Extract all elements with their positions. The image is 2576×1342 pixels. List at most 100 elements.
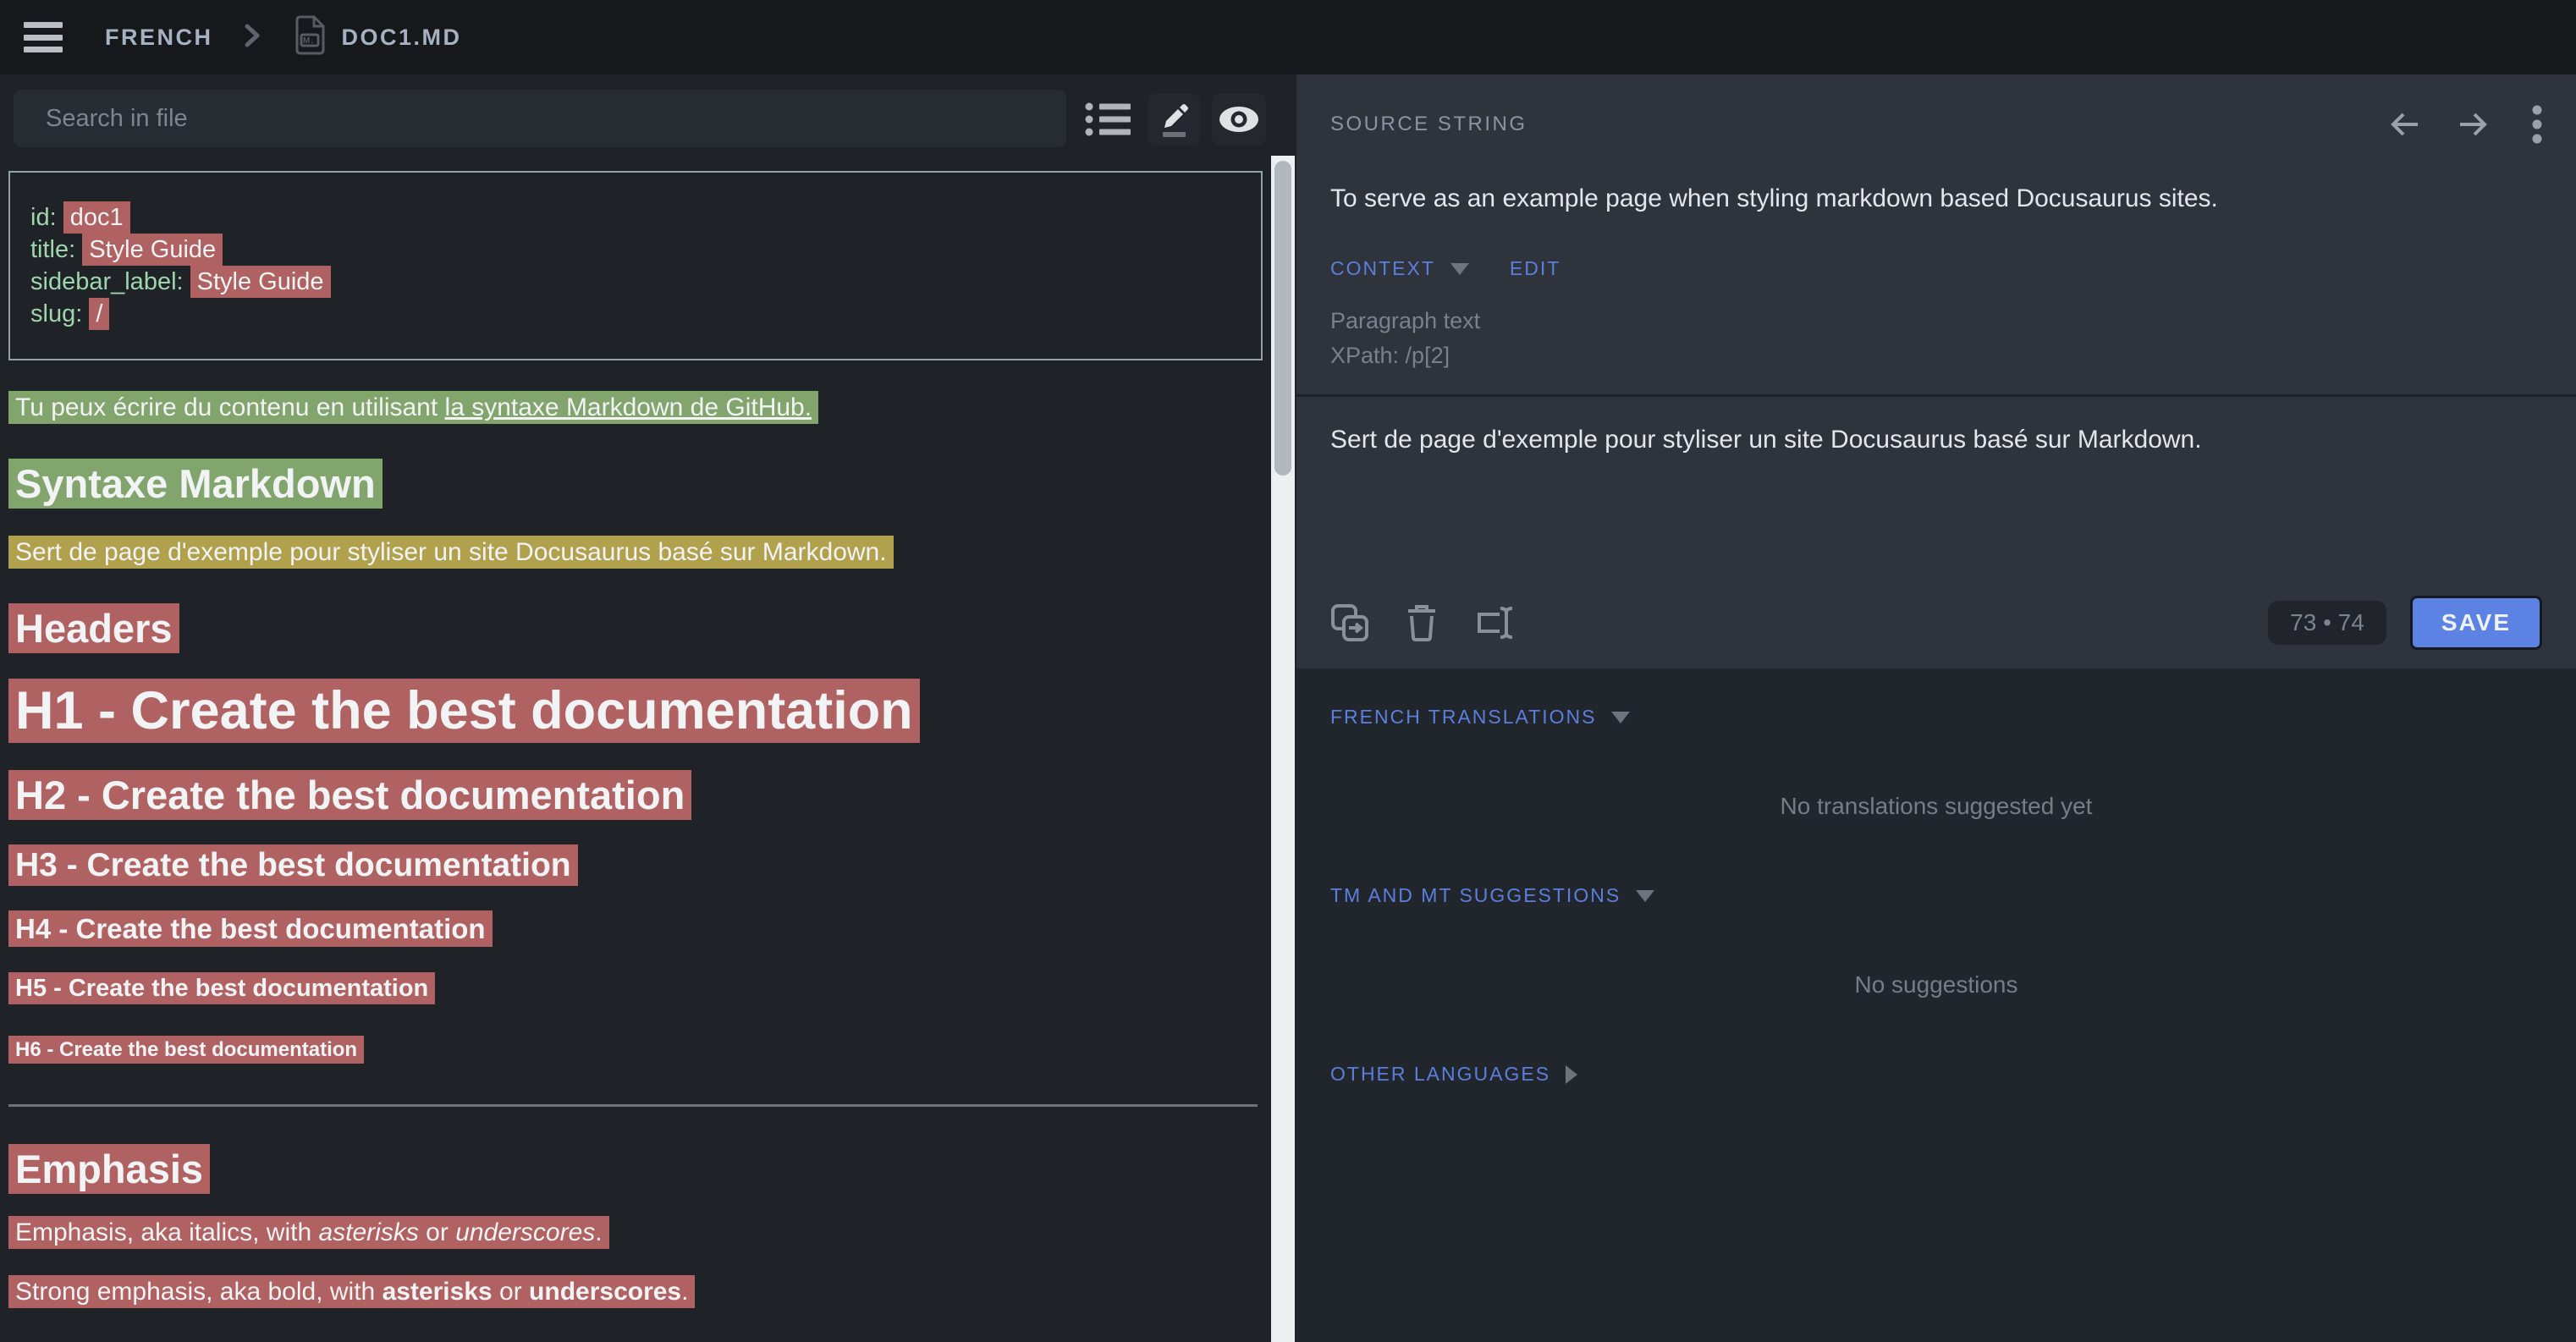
pencil-icon [1156,101,1192,138]
string-selected-paragraph[interactable]: Sert de page d'exemple pour styliser un … [8,536,894,569]
frontmatter-line: id: doc1 [30,201,1241,234]
frontmatter-block: id: doc1 title: Style Guide sidebar_labe… [8,171,1263,360]
paragraph-text: Emphasis, aka italics, with [15,1218,318,1246]
preview-scrollbar[interactable] [1271,156,1295,1342]
scrollbar-thumb[interactable] [1274,161,1291,476]
frontmatter-key: title: [30,236,82,263]
paragraph-text: or [419,1218,455,1246]
frontmatter-line: title: Style Guide [30,234,1241,266]
string-strong-paragraph[interactable]: Strong emphasis, aka bold, with asterisk… [8,1275,695,1308]
italic-text: asterisks [318,1218,418,1246]
source-string-section: SOURCE STRING To serve as an example pag… [1296,74,2576,394]
string-frontmatter-slug[interactable]: / [89,298,109,330]
chevron-down-icon [1611,712,1630,723]
search-input[interactable] [14,90,1066,147]
chevron-right-icon [1566,1065,1577,1084]
context-toggle[interactable]: CONTEXT [1330,257,1435,280]
character-counter: 73 • 74 [2268,601,2386,645]
file-toolbar [0,74,1271,171]
tm-mt-suggestions-label[interactable]: TM AND MT SUGGESTIONS [1330,884,1621,907]
delete-translation-button[interactable] [1405,603,1439,642]
divider [8,1104,1258,1107]
edit-context-button[interactable]: EDIT [1510,257,1560,280]
previous-string-button[interactable] [2390,110,2420,139]
french-translations-empty: No translations suggested yet [1330,793,2542,820]
heading: H2 - Create the best documentation [8,772,1263,818]
string-h2[interactable]: H2 - Create the best documentation [8,770,691,820]
tm-mt-suggestions-empty: No suggestions [1330,971,2542,998]
string-h1[interactable]: H1 - Create the best documentation [8,679,920,743]
frontmatter-line: sidebar_label: Style Guide [30,266,1241,298]
menu-icon[interactable] [24,22,63,52]
more-menu-button[interactable] [2532,105,2542,144]
string-emphasis-paragraph[interactable]: Emphasis, aka italics, with asterisks or… [8,1216,609,1249]
document-preview: id: doc1 title: Style Guide sidebar_labe… [0,171,1271,1342]
other-languages-label[interactable]: OTHER LANGUAGES [1330,1063,1550,1086]
right-topbar-spacer [1296,0,2576,74]
context-xpath: XPath: /p[2] [1330,338,2542,373]
link-text[interactable]: la syntaxe Markdown de GitHub. [445,393,812,421]
copy-source-button[interactable] [1330,603,1369,642]
paragraph: Tu peux écrire du contenu en utilisant l… [8,391,1263,425]
italic-text: underscores [455,1218,595,1246]
rename-string-button[interactable] [1474,604,1515,641]
heading: Syntaxe Markdown [8,460,1263,507]
translation-panel: SOURCE STRING To serve as an example pag… [1296,0,2576,1342]
translation-section: Sert de page d'exemple pour styliser un … [1296,394,2576,668]
next-string-button[interactable] [2458,110,2488,139]
paragraph: Sert de page d'exemple pour styliser un … [8,536,1263,569]
string-frontmatter-title[interactable]: Style Guide [82,234,223,266]
chevron-right-icon [244,23,261,52]
svg-text:M↓: M↓ [303,36,314,46]
string-h2-emphasis[interactable]: Emphasis [8,1144,210,1194]
tm-mt-suggestions-header[interactable]: TM AND MT SUGGESTIONS [1330,884,2542,907]
string-h6[interactable]: H6 - Create the best documentation [8,1036,364,1064]
paragraph: Emphasis, aka italics, with asterisks or… [8,1216,1263,1250]
string-h4[interactable]: H4 - Create the best documentation [8,910,493,947]
frontmatter-line: slug: / [30,298,1241,330]
suggestions-section: FRENCH TRANSLATIONS No translations sugg… [1296,668,2576,1123]
french-translations-header[interactable]: FRENCH TRANSLATIONS [1330,706,2542,729]
paragraph-text: . [595,1218,602,1246]
save-button[interactable]: SAVE [2410,596,2542,650]
context-type: Paragraph text [1330,304,2542,338]
file-preview-panel: id: doc1 title: Style Guide sidebar_labe… [0,74,1271,1342]
frontmatter-key: sidebar_label: [30,268,190,295]
breadcrumb-file[interactable]: DOC1.MD [342,25,462,51]
other-languages-header[interactable]: OTHER LANGUAGES [1330,1063,2542,1086]
preview-mode-button[interactable] [1212,93,1266,146]
paragraph-text: Tu peux écrire du contenu en utilisant [15,393,445,421]
string-frontmatter-id[interactable]: doc1 [63,201,130,234]
heading: Headers [8,605,1263,652]
heading: H1 - Create the best documentation [8,680,1263,741]
source-string-text: To serve as an example page when styling… [1330,184,2542,213]
string-h3[interactable]: H3 - Create the best documentation [8,844,578,886]
string-frontmatter-sidebar-label[interactable]: Style Guide [190,266,331,298]
chevron-down-icon [1450,263,1469,275]
bulleted-list-icon [1085,100,1131,139]
translation-input[interactable]: Sert de page d'exemple pour styliser un … [1330,426,2542,454]
heading: H3 - Create the best documentation [8,847,1263,884]
edit-mode-button[interactable] [1148,93,1200,146]
translation-toolbar: 73 • 74 SAVE [1330,596,2542,650]
string-intro-paragraph[interactable]: Tu peux écrire du contenu en utilisant l… [8,391,818,424]
heading: H5 - Create the best documentation [8,975,1263,1003]
paragraph-text: Strong emphasis, aka bold, with [15,1278,383,1306]
breadcrumb-project[interactable]: FRENCH [105,25,213,51]
frontmatter-key: slug: [30,300,89,327]
source-string-label: SOURCE STRING [1330,113,1527,136]
eye-icon [1219,106,1259,133]
frontmatter-key: id: [30,204,63,231]
string-h2-syntax[interactable]: Syntaxe Markdown [8,459,383,509]
string-h2-headers[interactable]: Headers [8,603,179,653]
chevron-down-icon [1636,890,1654,902]
string-list-button[interactable] [1082,93,1133,146]
paragraph-text: . [681,1278,688,1306]
heading: Emphasis [8,1146,1263,1192]
bold-text: asterisks [383,1278,493,1306]
heading: H6 - Create the best documentation [8,1038,1263,1062]
markdown-file-icon: M↓ [294,15,327,60]
heading: H4 - Create the best documentation [8,913,1263,945]
french-translations-label[interactable]: FRENCH TRANSLATIONS [1330,706,1596,729]
string-h5[interactable]: H5 - Create the best documentation [8,972,435,1004]
